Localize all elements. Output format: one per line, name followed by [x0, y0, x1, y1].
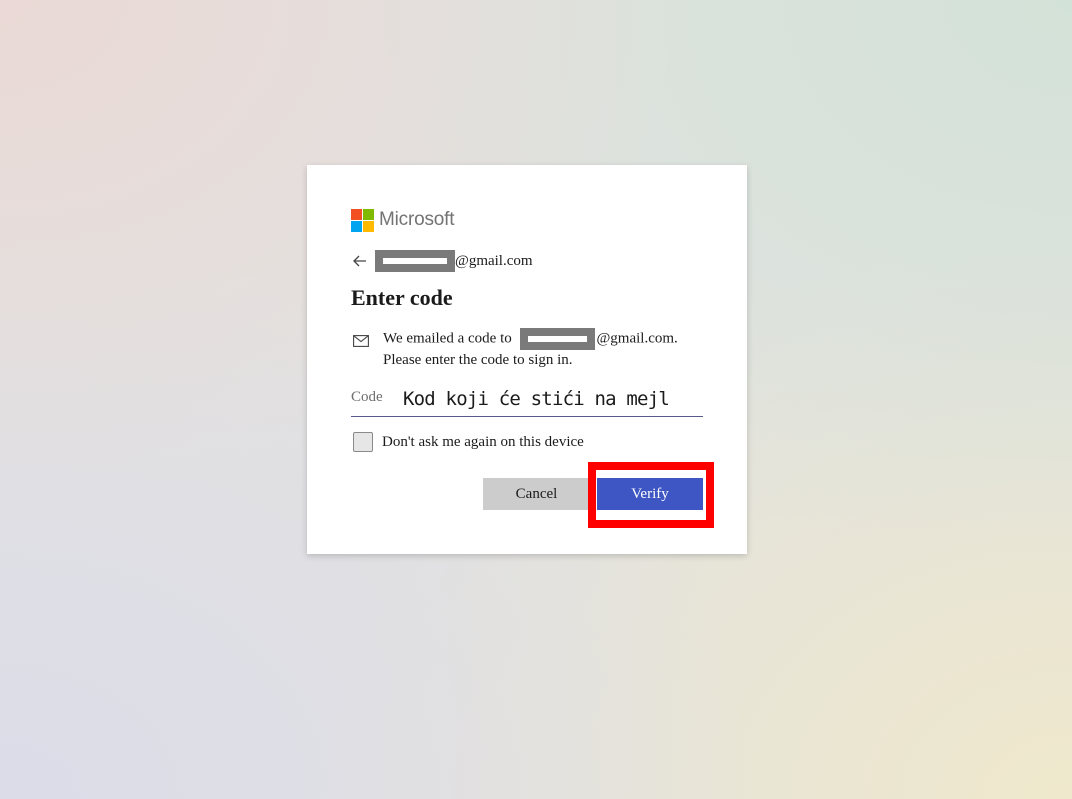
- info-text: We emailed a code to @gmail.com. Please …: [383, 328, 678, 370]
- info-line2: Please enter the code to sign in.: [383, 352, 573, 368]
- info-suffix: @gmail.com.: [596, 330, 678, 347]
- redacted-email-username: [375, 250, 455, 272]
- sign-in-card: Microsoft @gmail.com Enter code We email…: [307, 165, 747, 554]
- microsoft-logo-icon: [351, 208, 374, 232]
- verify-button[interactable]: Verify: [597, 478, 703, 510]
- identity-email-domain: @gmail.com: [455, 252, 533, 269]
- remember-label[interactable]: Don't ask me again on this device: [382, 434, 584, 451]
- page-title: Enter code: [351, 285, 453, 310]
- code-field: Code: [351, 381, 703, 417]
- info-prefix: We emailed a code to: [383, 330, 516, 347]
- mail-icon: [353, 328, 373, 352]
- remember-checkbox[interactable]: [353, 432, 373, 452]
- remember-device: Don't ask me again on this device: [353, 432, 584, 452]
- back-arrow-icon[interactable]: [353, 251, 373, 271]
- microsoft-logo: Microsoft: [351, 208, 454, 232]
- identity-banner: @gmail.com: [353, 249, 533, 273]
- redacted-email-username: [520, 328, 596, 350]
- logo-text: Microsoft: [379, 209, 455, 230]
- code-input[interactable]: [403, 387, 693, 410]
- code-label: Code: [351, 389, 383, 405]
- cancel-button[interactable]: Cancel: [483, 478, 590, 510]
- code-sent-info: We emailed a code to @gmail.com. Please …: [353, 328, 703, 370]
